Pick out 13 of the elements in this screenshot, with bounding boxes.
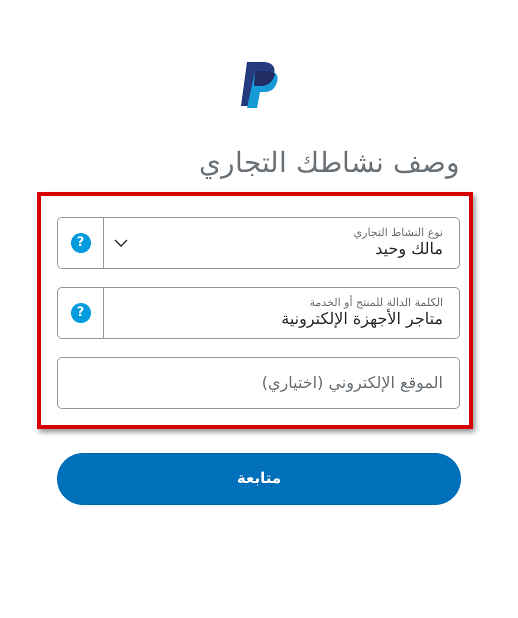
field-label: الكلمة الدالة للمنتج أو الخدمة: [308, 296, 443, 309]
dropdown-field[interactable]: ? نوع النشاط التجاري مالك وحيد: [57, 216, 460, 269]
field-label: نوع النشاط التجاري: [352, 226, 443, 239]
field-value: متاجر الأجهزة الإلكترونية: [280, 308, 443, 330]
input-field[interactable]: ? الكلمة الدالة للمنتج أو الخدمة متاجر الأجهزة الإلكترونية: [57, 286, 460, 339]
continue-button[interactable]: متابعة: [57, 452, 461, 505]
chevron-down-icon: [114, 238, 128, 247]
logo-icon: [239, 62, 279, 108]
field-value: مالك وحيد: [375, 238, 443, 260]
help-icon[interactable]: ?: [70, 232, 90, 253]
page-title: وصف نشاطك التجاري: [198, 146, 460, 180]
help-icon[interactable]: ?: [70, 302, 90, 323]
input-field[interactable]: الموقع الإلكتروني (اختياري): [57, 356, 460, 409]
